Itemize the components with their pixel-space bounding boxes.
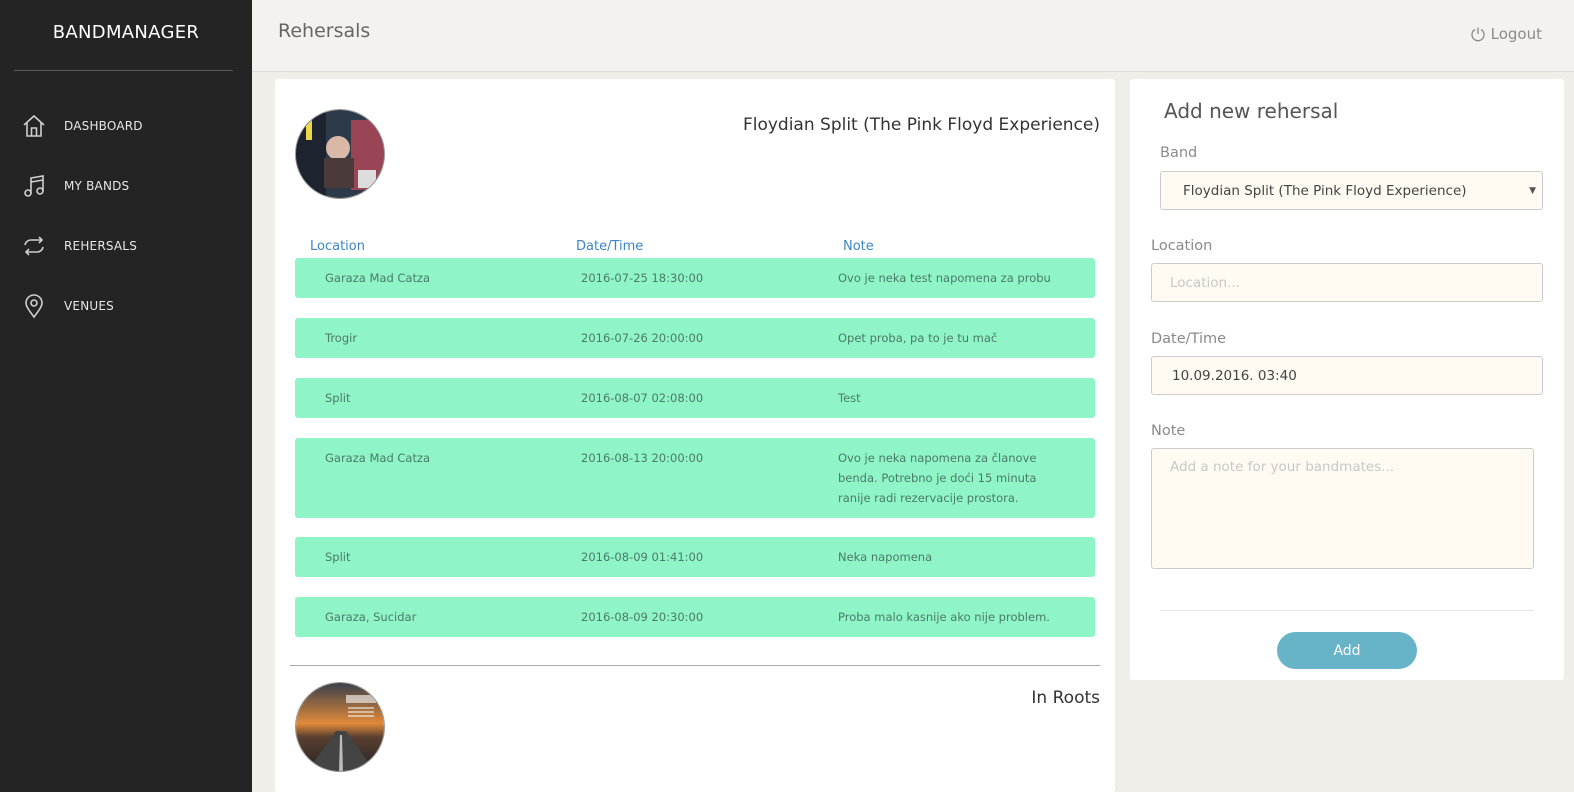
rehearsal-location: Split [325,550,351,564]
rehearsal-note: Ovo je neka napomena za članove benda. P… [838,451,1037,505]
sidebar-item-label: REHERSALS [64,239,138,253]
sidebar-item-dashboard[interactable]: DASHBOARD [20,111,240,141]
datetime-label: Date/Time [1151,331,1227,347]
band-divider [290,665,1100,666]
rehearsal-datetime: 2016-07-26 20:00:00 [581,331,704,345]
band-avatar [295,682,385,772]
add-rehearsal-panel: Add new rehersal Band Floydian Split (Th… [1130,79,1564,680]
panel-title: Add new rehersal [1164,99,1339,123]
note-label: Note [1151,423,1186,439]
divider [1160,610,1534,611]
note-textarea[interactable]: Add a note for your bandmates... [1151,448,1534,569]
header: Rehersals Logout [252,0,1574,72]
band-name[interactable]: Floydian Split (The Pink Floyd Experienc… [743,115,1100,135]
rehearsal-row[interactable]: Garaza Mad Catza 2016-08-13 20:00:00 Ovo… [295,438,1095,518]
rehearsal-note: Opet proba, pa to je tu mač [838,331,998,345]
power-icon [1471,27,1485,42]
column-header-location: Location [310,239,365,254]
datetime-input[interactable]: 10.09.2016. 03:40 [1151,356,1543,395]
location-label: Location [1151,238,1213,254]
rehearsal-row[interactable]: Split 2016-08-07 02:08:00 Test [295,378,1095,418]
rehearsal-location: Trogir [325,331,358,345]
datetime-value: 10.09.2016. 03:40 [1172,367,1297,384]
rehearsal-row[interactable]: Garaza, Sucidar 2016-08-09 20:30:00 Prob… [295,597,1095,637]
home-icon [20,112,48,140]
rehearsal-datetime: 2016-07-25 18:30:00 [581,271,704,285]
brand-logo[interactable]: BANDMANAGER [0,22,252,43]
note-placeholder: Add a note for your bandmates... [1170,459,1395,475]
band-avatar [295,109,385,199]
sidebar-item-my-bands[interactable]: MY BANDS [20,171,240,201]
rehearsal-row[interactable]: Split 2016-08-09 01:41:00 Neka napomena [295,537,1095,577]
rehearsal-datetime: 2016-08-09 01:41:00 [581,550,704,564]
rehearsal-row[interactable]: Trogir 2016-07-26 20:00:00 Opet proba, p… [295,318,1095,358]
sidebar: BANDMANAGER DASHBOARD MY BANDS REHERSALS… [0,0,252,792]
rehearsal-datetime: 2016-08-13 20:00:00 [581,451,704,465]
rehearsal-note: Neka napomena [838,550,933,564]
location-placeholder: Location... [1170,274,1240,291]
rehearsal-note: Test [838,391,861,405]
music-icon [20,172,48,200]
sidebar-item-label: VENUES [64,299,114,313]
logout-button[interactable]: Logout [1470,25,1542,43]
add-button[interactable]: Add [1277,632,1417,669]
divider [14,70,233,71]
logout-label: Logout [1490,25,1542,43]
rehearsal-datetime: 2016-08-09 20:30:00 [581,610,704,624]
rehearsal-location: Split [325,391,351,405]
column-header-datetime: Date/Time [576,239,644,254]
sidebar-item-label: DASHBOARD [64,119,143,133]
repeat-icon [20,232,48,260]
dropdown-arrow-icon: ▼ [1529,186,1536,196]
band-label: Band [1160,145,1198,161]
location-pin-icon [20,292,48,320]
rehearsal-location: Garaza Mad Catza [325,451,431,465]
sidebar-item-venues[interactable]: VENUES [20,291,240,321]
rehearsals-list-card: Floydian Split (The Pink Floyd Experienc… [275,79,1115,792]
sidebar-item-rehersals[interactable]: REHERSALS [20,231,240,261]
page-title: Rehersals [278,20,371,42]
rehearsal-note: Proba malo kasnije ako nije problem. [838,610,1050,624]
band-select-value: Floydian Split (The Pink Floyd Experienc… [1183,182,1467,199]
sidebar-item-label: MY BANDS [64,179,130,193]
rehearsal-note: Ovo je neka test napomena za probu [838,271,1051,285]
band-select[interactable]: Floydian Split (The Pink Floyd Experienc… [1160,171,1543,210]
rehearsal-location: Garaza, Sucidar [325,610,417,624]
rehearsal-location: Garaza Mad Catza [325,271,431,285]
location-input[interactable]: Location... [1151,263,1543,302]
column-header-note: Note [843,239,874,254]
band-name[interactable]: In Roots [1031,688,1100,708]
rehearsal-row[interactable]: Garaza Mad Catza 2016-07-25 18:30:00 Ovo… [295,258,1095,298]
rehearsal-datetime: 2016-08-07 02:08:00 [581,391,704,405]
